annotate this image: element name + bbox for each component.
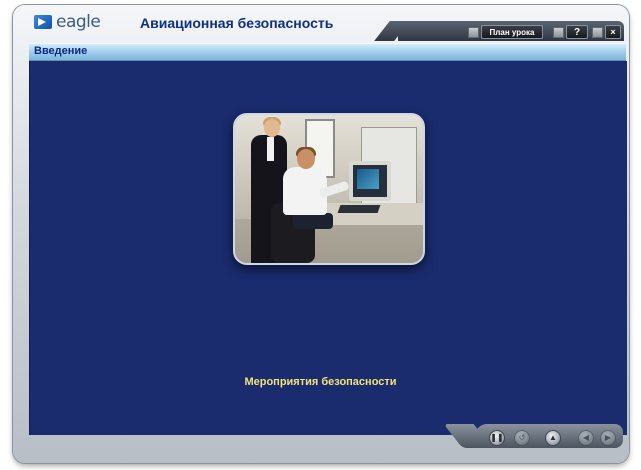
prev-icon: ◀ <box>582 433 590 442</box>
logo-text: eagle <box>56 12 101 32</box>
help-button[interactable]: ? <box>553 25 588 39</box>
eagle-logo-icon <box>34 15 52 29</box>
pause-icon: ❚❚ <box>490 433 504 442</box>
home-button[interactable]: ▲ <box>545 430 561 446</box>
home-icon: ▲ <box>549 433 557 442</box>
photo-monitor <box>349 161 391 201</box>
photo-operator-head <box>297 149 315 169</box>
title-bar: eagle Авиационная безопасность План урок… <box>13 5 629 41</box>
close-square-icon <box>592 27 603 38</box>
photo-instructor-shirt <box>267 137 274 161</box>
slide-caption: Мероприятия безопасности <box>244 376 397 388</box>
back-button[interactable]: ↺ <box>514 430 530 446</box>
close-button[interactable]: × <box>592 25 621 39</box>
back-icon: ↺ <box>518 433 526 442</box>
lesson-plan-button[interactable]: План урока <box>468 25 543 39</box>
photo-operator-legs <box>293 213 333 229</box>
lesson-plan-label: План урока <box>489 27 535 37</box>
photo-instructor-head <box>264 119 280 137</box>
close-icon: × <box>610 27 616 37</box>
section-header: Введение <box>29 43 626 61</box>
help-square-icon <box>553 27 564 38</box>
slide-photo <box>233 113 425 265</box>
eagle-logo: eagle <box>34 12 101 32</box>
next-button[interactable]: ▶ <box>600 430 616 446</box>
help-label: ? <box>573 26 581 38</box>
pause-button[interactable]: ❚❚ <box>489 430 505 446</box>
lesson-plan-icon <box>468 27 479 38</box>
prev-button[interactable]: ◀ <box>578 430 594 446</box>
next-icon: ▶ <box>604 433 612 442</box>
section-title: Введение <box>34 45 88 57</box>
photo-keyboard <box>337 205 381 213</box>
toolbar: План урока ? × <box>398 21 624 41</box>
app-title: Авиационная безопасность <box>140 15 334 31</box>
